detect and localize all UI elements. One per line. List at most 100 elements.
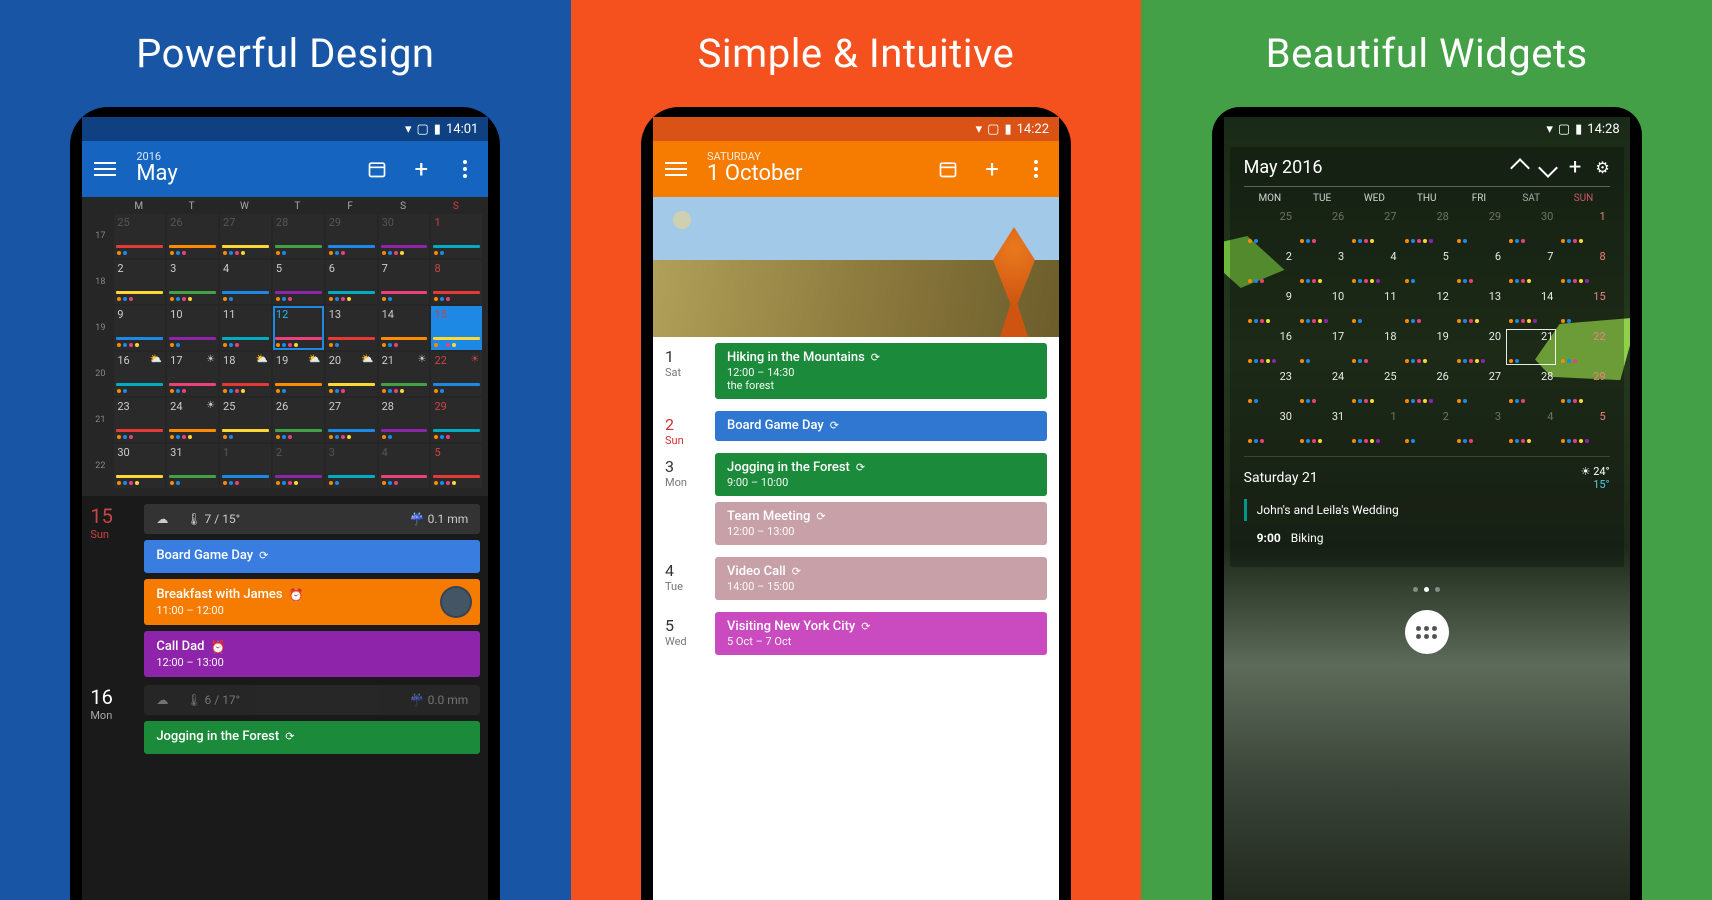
widget-day-cell[interactable]: 2 [1244, 248, 1296, 286]
prev-month-icon[interactable] [1510, 158, 1530, 178]
widget-day-cell[interactable]: 17 [1296, 328, 1348, 366]
agenda-event[interactable]: Jogging in the Forest⟳9:00 – 10:00 [715, 453, 1047, 496]
calendar-day-cell[interactable]: 14 [379, 306, 430, 350]
calendar-day-cell[interactable]: 5 [431, 444, 482, 488]
widget-day-cell[interactable]: 10 [1296, 288, 1348, 326]
widget-day-cell[interactable]: 26 [1296, 208, 1348, 246]
widget-day-cell[interactable]: 14 [1505, 288, 1557, 326]
widget-day-cell[interactable]: 25 [1348, 368, 1400, 406]
widget-day-cell[interactable]: 1 [1348, 408, 1400, 446]
widget-day-cell[interactable]: 27 [1453, 368, 1505, 406]
agenda-event[interactable]: Board Game Day⟳ [144, 540, 480, 573]
widget-day-cell[interactable]: 1 [1557, 208, 1609, 246]
widget-day-cell[interactable]: 21 [1505, 328, 1557, 366]
menu-icon[interactable] [94, 158, 116, 180]
calendar-day-cell[interactable]: 1 [431, 214, 482, 258]
app-drawer-button[interactable] [1405, 610, 1449, 654]
agenda-event[interactable]: Call Dad⏰12:00 – 13:00 [144, 631, 480, 677]
widget-day-cell[interactable]: 11 [1348, 288, 1400, 326]
calendar-day-cell[interactable]: 1 [220, 444, 271, 488]
calendar-day-cell[interactable]: 24☀ [167, 398, 218, 442]
add-button[interactable]: + [981, 158, 1003, 180]
calendar-day-cell[interactable]: 9 [114, 306, 165, 350]
calendar-day-cell[interactable]: 26 [273, 398, 324, 442]
widget-day-cell[interactable]: 5 [1557, 408, 1609, 446]
calendar-day-cell[interactable]: 2 [273, 444, 324, 488]
agenda-event[interactable]: Board Game Day⟳ [715, 411, 1047, 441]
calendar-day-cell[interactable]: 10 [167, 306, 218, 350]
widget-day-cell[interactable]: 29 [1557, 368, 1609, 406]
calendar-day-cell[interactable]: 28 [379, 398, 430, 442]
widget-day-cell[interactable]: 20 [1453, 328, 1505, 366]
calendar-widget[interactable]: May 2016 + ⚙ MONTUEWEDTHUFRISATSUN 25262… [1230, 147, 1624, 567]
widget-day-cell[interactable]: 4 [1348, 248, 1400, 286]
calendar-day-cell[interactable]: 31 [167, 444, 218, 488]
calendar-day-cell[interactable]: 18⛅ [220, 352, 271, 396]
calendar-day-cell[interactable]: 4 [379, 444, 430, 488]
agenda-event[interactable]: Breakfast with James⏰11:00 – 12:00 [144, 579, 480, 625]
next-month-icon[interactable] [1538, 158, 1558, 178]
calendar-day-cell[interactable]: 25 [114, 214, 165, 258]
widget-day-cell[interactable]: 19 [1401, 328, 1453, 366]
calendar-day-cell[interactable]: 16⛅ [114, 352, 165, 396]
widget-day-cell[interactable]: 16 [1244, 328, 1296, 366]
calendar-day-cell[interactable]: 2 [114, 260, 165, 304]
widget-day-cell[interactable]: 28 [1401, 208, 1453, 246]
widget-day-cell[interactable]: 31 [1296, 408, 1348, 446]
settings-icon[interactable]: ⚙ [1595, 158, 1609, 177]
calendar-day-cell[interactable]: 4 [220, 260, 271, 304]
widget-event[interactable]: 9:00 Biking [1244, 527, 1610, 549]
calendar-day-cell[interactable]: 29 [431, 398, 482, 442]
widget-day-cell[interactable]: 2 [1401, 408, 1453, 446]
today-icon[interactable] [937, 158, 959, 180]
calendar-day-cell[interactable]: 11 [220, 306, 271, 350]
widget-day-cell[interactable]: 13 [1453, 288, 1505, 326]
calendar-day-cell[interactable]: 19⛅ [273, 352, 324, 396]
widget-day-cell[interactable]: 3 [1453, 408, 1505, 446]
appbar-title[interactable]: 2016 May [136, 151, 366, 186]
calendar-day-cell[interactable]: 21☀ [379, 352, 430, 396]
agenda-event[interactable]: Jogging in the Forest⟳ [144, 721, 480, 754]
page-indicator[interactable] [1224, 587, 1630, 592]
overflow-menu-icon[interactable] [1025, 158, 1047, 180]
calendar-day-cell[interactable]: 12 [273, 306, 324, 350]
calendar-day-cell[interactable]: 23 [114, 398, 165, 442]
calendar-day-cell[interactable]: 13 [326, 306, 377, 350]
widget-day-cell[interactable]: 29 [1453, 208, 1505, 246]
agenda-event[interactable]: Team Meeting⟳12:00 – 13:00 [715, 502, 1047, 545]
widget-month-grid[interactable]: 2526272829301234567891011121314151617181… [1244, 208, 1610, 446]
calendar-day-cell[interactable]: 26 [167, 214, 218, 258]
overflow-menu-icon[interactable] [454, 158, 476, 180]
calendar-day-cell[interactable]: 27 [220, 214, 271, 258]
widget-day-cell[interactable]: 24 [1296, 368, 1348, 406]
widget-day-cell[interactable]: 12 [1401, 288, 1453, 326]
add-button[interactable]: + [410, 158, 432, 180]
calendar-day-cell[interactable]: 6 [326, 260, 377, 304]
calendar-day-cell[interactable]: 3 [326, 444, 377, 488]
agenda-event[interactable]: Visiting New York City⟳5 Oct – 7 Oct [715, 612, 1047, 655]
menu-icon[interactable] [665, 158, 687, 180]
widget-day-cell[interactable]: 18 [1348, 328, 1400, 366]
widget-day-cell[interactable]: 9 [1244, 288, 1296, 326]
calendar-day-cell[interactable]: 17☀ [167, 352, 218, 396]
widget-day-cell[interactable]: 25 [1244, 208, 1296, 246]
widget-event[interactable]: John's and Leila's Wedding [1244, 499, 1610, 521]
month-grid[interactable]: 1725262728293011823456781991011121314152… [82, 214, 488, 496]
widget-day-cell[interactable]: 22 [1557, 328, 1609, 366]
calendar-day-cell[interactable]: 30 [114, 444, 165, 488]
today-icon[interactable] [366, 158, 388, 180]
agenda-event[interactable]: Hiking in the Mountains⟳12:00 – 14:30the… [715, 343, 1047, 399]
calendar-day-cell[interactable]: 5 [273, 260, 324, 304]
calendar-day-cell[interactable]: 27 [326, 398, 377, 442]
calendar-day-cell[interactable]: 22☀ [431, 352, 482, 396]
calendar-day-cell[interactable]: 28 [273, 214, 324, 258]
widget-day-cell[interactable]: 7 [1505, 248, 1557, 286]
calendar-day-cell[interactable]: 29 [326, 214, 377, 258]
appbar-title[interactable]: SATURDAY 1 October [707, 151, 937, 186]
calendar-day-cell[interactable]: 25 [220, 398, 271, 442]
calendar-day-cell[interactable]: 20⛅ [326, 352, 377, 396]
calendar-day-cell[interactable]: 7 [379, 260, 430, 304]
add-event-icon[interactable]: + [1569, 161, 1581, 175]
widget-day-cell[interactable]: 30 [1505, 208, 1557, 246]
widget-day-cell[interactable]: 28 [1505, 368, 1557, 406]
